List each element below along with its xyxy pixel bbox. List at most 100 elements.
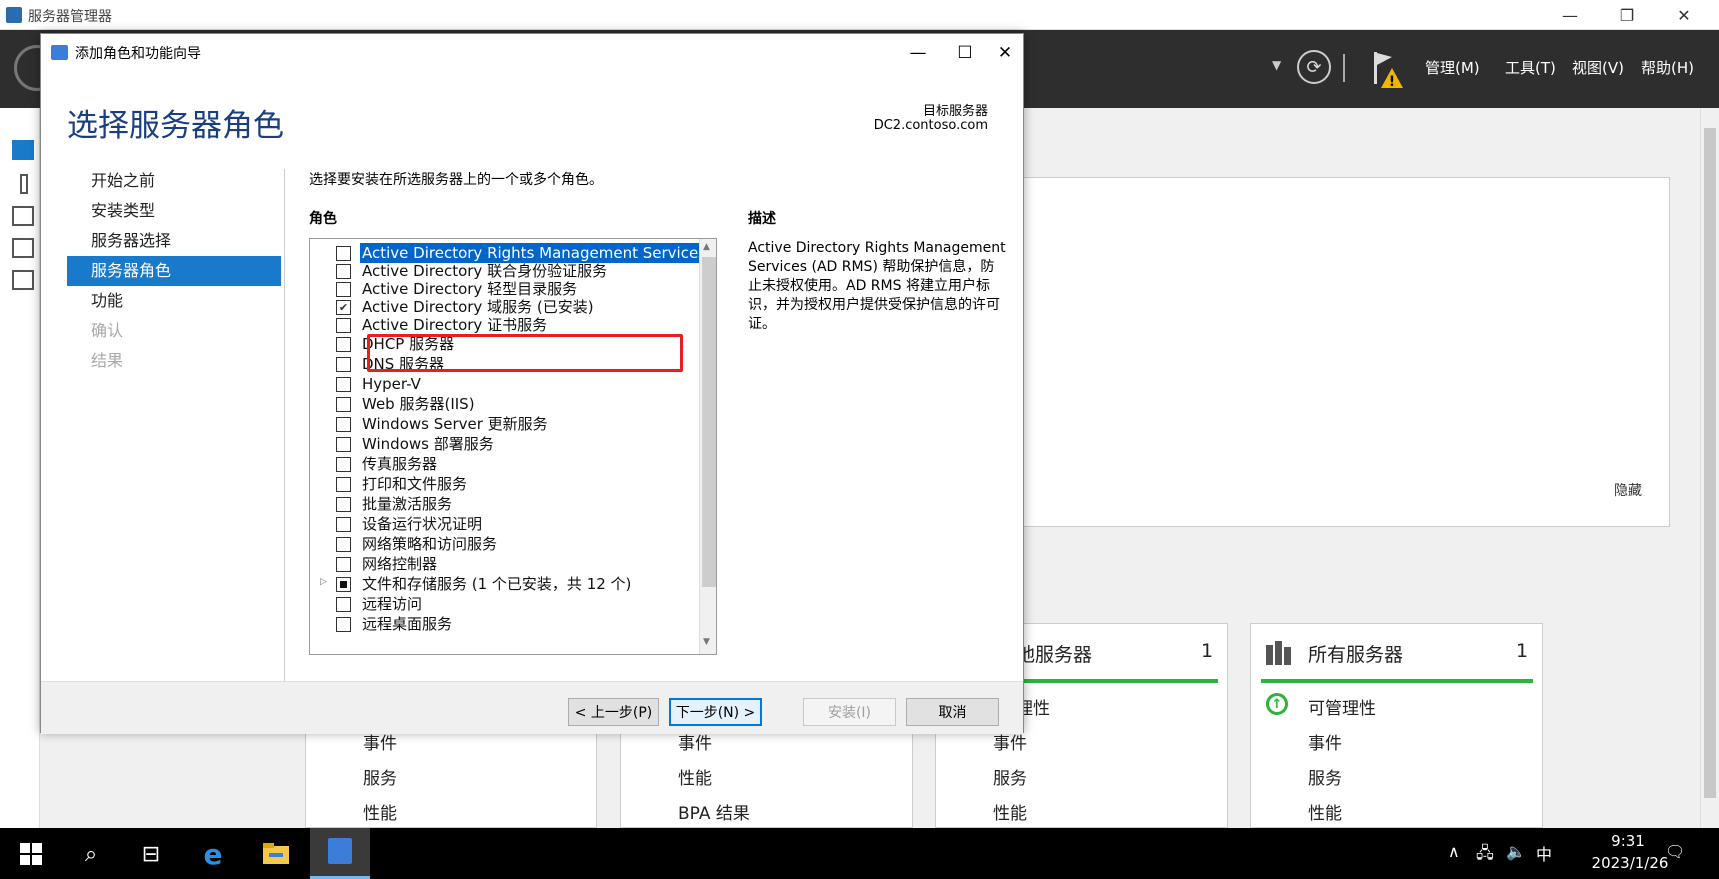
role-checkbox[interactable]: [336, 417, 351, 432]
search-icon[interactable]: ⌕: [74, 837, 108, 871]
role-label: 网络控制器: [362, 555, 438, 573]
tile-row-manageability[interactable]: 可管理性: [1308, 694, 1376, 719]
content-scrollbar[interactable]: [1700, 108, 1719, 828]
role-item[interactable]: ▷ 文件和存储服务 (1 个已安装，共 12 个): [310, 574, 690, 594]
scroll-down-icon[interactable]: ▼: [703, 637, 710, 647]
wizard-step-server-roles[interactable]: 服务器角色: [67, 256, 281, 286]
nav-all-servers-icon[interactable]: [12, 206, 34, 226]
hide-link[interactable]: 隐藏: [1614, 480, 1642, 500]
role-item[interactable]: Active Directory 轻型目录服务: [310, 279, 690, 299]
tile-row-performance[interactable]: 性能: [678, 764, 712, 789]
wizard-step-before-you-begin[interactable]: 开始之前: [67, 166, 281, 196]
role-item[interactable]: 批量激活服务: [310, 494, 690, 514]
nav-dashboard-icon[interactable]: [12, 140, 34, 160]
next-button[interactable]: 下一步(N) >: [669, 698, 762, 726]
roles-scrollbar[interactable]: ▲ ▼: [699, 239, 716, 654]
server-manager-taskbar-button[interactable]: [310, 828, 370, 879]
tile-row-performance[interactable]: 性能: [993, 799, 1027, 824]
role-item[interactable]: Windows Server 更新服务: [310, 414, 690, 434]
nav-ad-ds-icon[interactable]: [12, 238, 34, 258]
roles-list[interactable]: Active Directory Rights Management Servi…: [309, 238, 717, 655]
role-checkbox[interactable]: [336, 497, 351, 512]
role-checkbox[interactable]: [336, 597, 351, 612]
menu-view[interactable]: 视图(V): [1572, 57, 1624, 78]
role-item[interactable]: Web 服务器(IIS): [310, 394, 690, 414]
menu-tools[interactable]: 工具(T): [1505, 57, 1556, 78]
wizard-step-server-selection[interactable]: 服务器选择: [67, 226, 281, 256]
role-item[interactable]: 传真服务器: [310, 454, 690, 474]
tile-row-services[interactable]: 服务: [993, 764, 1027, 789]
input-method-indicator[interactable]: 中: [1536, 841, 1552, 865]
close-button[interactable]: ✕: [1657, 0, 1711, 30]
role-checkbox[interactable]: [336, 517, 351, 532]
scroll-up-icon[interactable]: ▲: [703, 242, 710, 252]
role-checkbox[interactable]: [336, 377, 351, 392]
tile-row-events[interactable]: 事件: [1308, 729, 1342, 754]
role-checkbox[interactable]: [336, 617, 351, 632]
role-checkbox[interactable]: [336, 337, 351, 352]
role-checkbox[interactable]: [336, 318, 351, 333]
role-item[interactable]: 网络控制器: [310, 554, 690, 574]
role-item[interactable]: Active Directory 证书服务: [310, 315, 690, 335]
role-checkbox-checked[interactable]: ✔: [336, 300, 351, 315]
roles-scrollbar-thumb[interactable]: [702, 257, 716, 587]
tile-row-performance[interactable]: 性能: [363, 799, 397, 824]
role-item[interactable]: Active Directory 联合身份验证服务: [310, 261, 690, 281]
description-label: 描述: [748, 211, 776, 227]
role-checkbox[interactable]: [336, 264, 351, 279]
wizard-step-installation-type[interactable]: 安装类型: [67, 196, 281, 226]
role-item[interactable]: ✔ Active Directory 域服务 (已安装): [310, 297, 690, 317]
cancel-button[interactable]: 取消: [906, 698, 999, 726]
network-icon[interactable]: 🖧: [1476, 842, 1494, 869]
restore-button[interactable]: ❐: [1600, 0, 1654, 30]
clock-time[interactable]: 9:31: [1578, 832, 1678, 850]
role-checkbox[interactable]: [336, 397, 351, 412]
tile-row-performance[interactable]: 性能: [1308, 799, 1342, 824]
role-item[interactable]: 网络策略和访问服务: [310, 534, 690, 554]
menu-manage[interactable]: 管理(M): [1425, 57, 1480, 78]
svg-text:!: !: [1389, 74, 1395, 90]
start-button-icon[interactable]: [14, 837, 48, 871]
role-checkbox[interactable]: [336, 246, 351, 261]
role-item[interactable]: Windows 部署服务: [310, 434, 690, 454]
show-hidden-icons-chevron-icon[interactable]: ∧: [1448, 842, 1460, 861]
refresh-icon[interactable]: ⟳: [1297, 50, 1331, 84]
nav-file-storage-icon[interactable]: [12, 270, 34, 290]
notifications-flag-icon[interactable]: !: [1370, 50, 1404, 90]
role-checkbox[interactable]: [336, 357, 351, 372]
tile-all-servers[interactable]: 所有服务器 1 ↑ 可管理性 事件 服务 性能: [1250, 623, 1543, 828]
wizard-close-button[interactable]: ✕: [976, 34, 1034, 72]
minimize-button[interactable]: —: [1543, 0, 1597, 30]
previous-button[interactable]: < 上一步(P): [568, 698, 659, 726]
wizard-instruction: 选择要安装在所选服务器上的一个或多个角色。: [309, 172, 603, 188]
role-checkbox[interactable]: [336, 477, 351, 492]
role-item[interactable]: 远程桌面服务: [310, 614, 690, 634]
wizard-step-features[interactable]: 功能: [67, 286, 281, 316]
role-item[interactable]: 打印和文件服务: [310, 474, 690, 494]
role-item[interactable]: 远程访问: [310, 594, 690, 614]
dropdown-caret-icon[interactable]: ▼: [1272, 58, 1281, 72]
role-checkbox[interactable]: [336, 437, 351, 452]
role-checkbox-partial[interactable]: [336, 577, 351, 592]
expand-arrow-icon[interactable]: ▷: [320, 577, 327, 587]
task-view-icon[interactable]: ⊟: [134, 837, 168, 871]
wizard-step-results: 结果: [91, 351, 124, 370]
nav-local-server-icon[interactable]: [20, 174, 28, 194]
role-item[interactable]: 设备运行状况证明: [310, 514, 690, 534]
internet-explorer-icon[interactable]: e: [196, 837, 230, 871]
role-item[interactable]: Hyper-V: [310, 374, 690, 394]
role-checkbox[interactable]: [336, 537, 351, 552]
tile-row-services[interactable]: 服务: [363, 764, 397, 789]
notification-center-icon[interactable]: 🗨: [1665, 842, 1685, 861]
volume-icon[interactable]: 🔈: [1506, 842, 1526, 861]
role-checkbox[interactable]: [336, 282, 351, 297]
content-scrollbar-thumb[interactable]: [1704, 128, 1716, 798]
role-item[interactable]: Active Directory Rights Management Servi…: [310, 243, 708, 263]
tile-row-bpa-results[interactable]: BPA 结果: [678, 799, 750, 824]
tile-row-services[interactable]: 服务: [1308, 764, 1342, 789]
role-checkbox[interactable]: [336, 457, 351, 472]
file-explorer-icon[interactable]: [259, 837, 293, 871]
role-checkbox[interactable]: [336, 557, 351, 572]
menu-help[interactable]: 帮助(H): [1641, 57, 1694, 78]
wizard-heading: 选择服务器角色: [67, 108, 284, 144]
